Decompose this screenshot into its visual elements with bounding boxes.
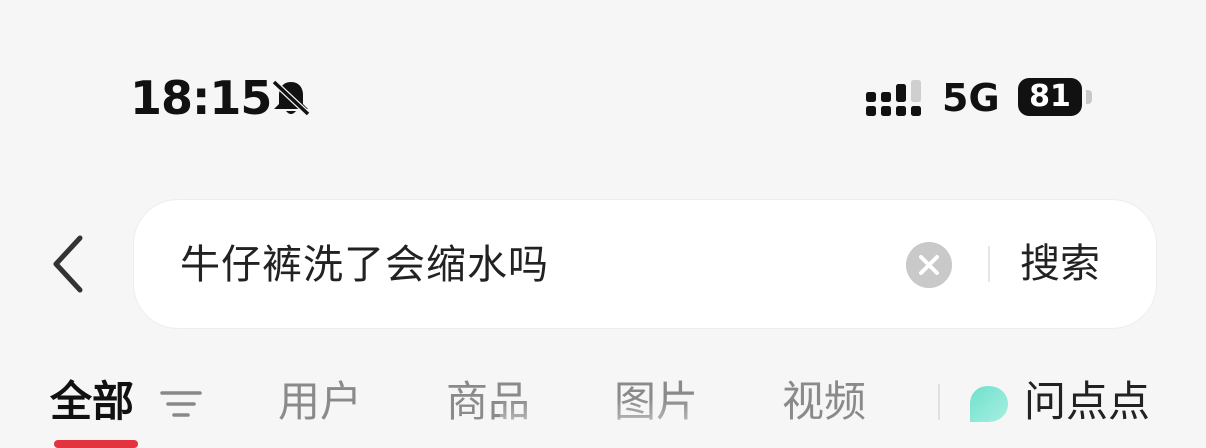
clear-icon[interactable] (906, 242, 952, 288)
search-divider (988, 246, 990, 282)
active-tab-indicator (54, 440, 138, 448)
battery-tip (1086, 90, 1092, 104)
status-time: 18:15 (130, 71, 272, 125)
scroll-fade-overlay (500, 398, 722, 448)
bell-muted-icon (271, 79, 311, 117)
battery-indicator: 81 (1018, 78, 1082, 116)
tab-videos[interactable]: 视频 (782, 374, 866, 430)
filter-icon[interactable] (160, 388, 202, 420)
back-arrow-icon[interactable] (44, 232, 94, 296)
search-input[interactable]: 牛仔裤洗了会缩水吗 (180, 240, 549, 290)
search-results-screen: 18:15 5G 81 牛仔裤洗了会缩水吗 搜索 全部 用户 商品 视频 问点点 (0, 0, 1206, 448)
search-button[interactable]: 搜索 (1020, 238, 1100, 290)
network-type: 5G (942, 76, 1000, 120)
assistant-bubble-icon[interactable] (966, 384, 1010, 424)
tab-divider (938, 384, 940, 420)
tab-users[interactable]: 用户 (278, 374, 362, 430)
signal-icon (866, 80, 921, 116)
tab-ask-assistant[interactable]: 问点点 (1024, 374, 1150, 430)
search-bar[interactable]: 牛仔裤洗了会缩水吗 搜索 (134, 200, 1156, 328)
tab-all[interactable]: 全部 (50, 374, 134, 430)
